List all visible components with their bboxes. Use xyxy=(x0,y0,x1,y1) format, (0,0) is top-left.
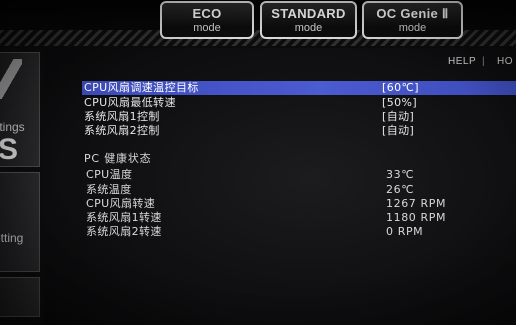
health-value: 1267 RPM xyxy=(386,197,447,210)
oc-setting-panel-label: etting xyxy=(0,231,24,245)
health-row-cpu-fan-speed: CPU风扇转速 1267 RPM xyxy=(84,197,504,211)
setting-row-sys-fan2-control[interactable]: 系统风扇2控制 [自动] xyxy=(82,124,516,138)
health-value: 0 RPM xyxy=(386,225,424,238)
settings-panel[interactable]: ttings S xyxy=(0,52,40,167)
help-link[interactable]: HELP xyxy=(448,56,476,67)
health-value: 1180 RPM xyxy=(386,211,447,224)
setting-value[interactable]: [自动] xyxy=(382,110,414,124)
health-value: 33℃ xyxy=(386,168,415,181)
oc-genie-mode-subtitle: mode xyxy=(398,22,427,34)
setting-value[interactable]: [自动] xyxy=(382,124,414,138)
health-row-cpu-temp: CPU温度 33℃ xyxy=(84,168,504,182)
help-separator: | xyxy=(482,56,486,67)
standard-mode-title: STANDARD xyxy=(271,6,346,21)
setting-row-cpu-fan-target[interactable]: CPU风扇调速温控目标 [60℃] xyxy=(82,81,516,95)
oc-setting-panel[interactable]: etting xyxy=(0,172,40,272)
health-label: CPU温度 xyxy=(86,168,133,181)
health-label: 系统温度 xyxy=(86,183,132,196)
setting-label: CPU风扇调速温控目标 xyxy=(84,81,199,94)
setting-row-cpu-fan-min-speed[interactable]: CPU风扇最低转速 [50%] xyxy=(82,96,516,110)
eco-mode-button[interactable]: ECO mode xyxy=(160,1,254,39)
logo-stroke-icon xyxy=(0,59,22,99)
health-row-system-temp: 系统温度 26℃ xyxy=(84,183,504,197)
eco-mode-subtitle: mode xyxy=(193,22,221,34)
setting-label: 系统风扇2控制 xyxy=(84,124,160,137)
standard-mode-subtitle: mode xyxy=(294,22,323,34)
health-value: 26℃ xyxy=(386,183,415,196)
settings-panel-letter: S xyxy=(0,133,19,166)
health-label: 系统风扇1转速 xyxy=(86,211,162,224)
setting-label: 系统风扇1控制 xyxy=(84,110,160,123)
screen-vignette xyxy=(0,0,516,325)
standard-mode-button[interactable]: STANDARD mode xyxy=(260,1,357,39)
health-row-sys-fan2-speed: 系统风扇2转速 0 RPM xyxy=(84,225,504,239)
setting-value[interactable]: [60℃] xyxy=(382,81,419,95)
eco-mode-title: ECO xyxy=(192,6,222,21)
setting-row-sys-fan1-control[interactable]: 系统风扇1控制 [自动] xyxy=(82,110,516,124)
health-label: 系统风扇2转速 xyxy=(86,225,162,238)
health-row-sys-fan1-speed: 系统风扇1转速 1180 RPM xyxy=(84,211,504,225)
hotkey-link[interactable]: HO xyxy=(497,56,513,67)
bios-screen: ECO mode STANDARD mode OC Genie Ⅱ mode t… xyxy=(0,0,516,325)
setting-label: CPU风扇最低转速 xyxy=(84,96,176,109)
oc-genie-mode-button[interactable]: OC Genie Ⅱ mode xyxy=(362,1,463,39)
settings-panel-label: ttings xyxy=(0,120,25,134)
oc-genie-mode-title: OC Genie Ⅱ xyxy=(376,6,449,21)
pc-health-title: PC 健康状态 xyxy=(84,152,152,165)
extra-panel[interactable] xyxy=(0,277,40,317)
setting-value[interactable]: [50%] xyxy=(382,96,417,110)
health-label: CPU风扇转速 xyxy=(86,197,156,210)
